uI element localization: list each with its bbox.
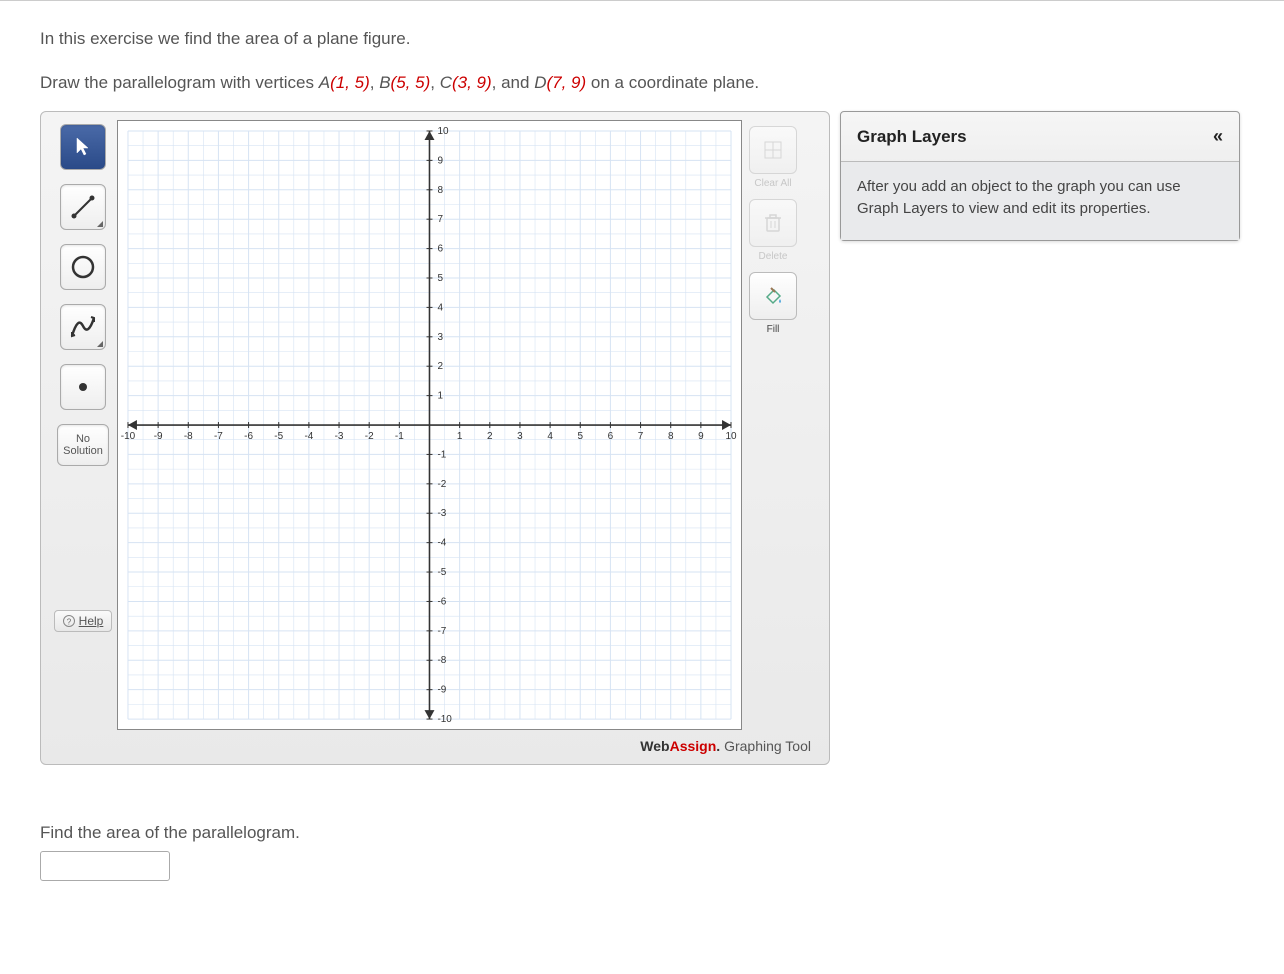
help-label: Help bbox=[79, 614, 104, 628]
dropdown-corner-icon bbox=[97, 341, 103, 347]
point-label-a: A bbox=[319, 73, 330, 92]
graph-layers-hint: After you add an object to the graph you… bbox=[841, 162, 1239, 240]
coordinate-grid: -10 -9 -8 -7 -6 -5 -4 -3 -2 -1 1 2 3 4 5 6 7 8 9 10 -10 -9 -8 -… bbox=[118, 121, 741, 729]
svg-text:1: 1 bbox=[437, 391, 443, 402]
svg-text:-10: -10 bbox=[121, 431, 136, 442]
svg-text:-10: -10 bbox=[437, 714, 452, 725]
point-label-d: D bbox=[534, 73, 546, 92]
svg-text:-8: -8 bbox=[437, 655, 446, 666]
drawing-toolbar: No Solution ? Help bbox=[49, 120, 117, 730]
no-solution-label-2: Solution bbox=[63, 445, 103, 457]
svg-text:6: 6 bbox=[437, 244, 443, 255]
graph-layers-title: Graph Layers bbox=[857, 127, 967, 147]
cursor-icon bbox=[75, 137, 91, 157]
svg-text:9: 9 bbox=[698, 431, 704, 442]
paint-bucket-icon bbox=[762, 285, 784, 307]
no-solution-label-1: No bbox=[76, 433, 90, 445]
delete-label: Delete bbox=[759, 251, 788, 262]
area-answer-input[interactable] bbox=[40, 851, 170, 881]
brand-suffix: Graphing Tool bbox=[720, 738, 811, 754]
grid-clear-icon bbox=[763, 140, 783, 160]
dropdown-corner-icon bbox=[97, 221, 103, 227]
trash-icon bbox=[764, 213, 782, 233]
svg-text:7: 7 bbox=[638, 431, 644, 442]
select-tool-button[interactable] bbox=[60, 124, 106, 170]
svg-text:9: 9 bbox=[437, 155, 443, 166]
svg-text:-7: -7 bbox=[214, 431, 223, 442]
svg-text:-1: -1 bbox=[437, 449, 446, 460]
svg-text:7: 7 bbox=[437, 214, 443, 225]
object-toolbar: Clear All Delete Fill bbox=[742, 120, 804, 730]
svg-text:6: 6 bbox=[608, 431, 614, 442]
svg-text:-6: -6 bbox=[244, 431, 253, 442]
svg-text:-2: -2 bbox=[365, 431, 374, 442]
svg-text:4: 4 bbox=[437, 302, 443, 313]
prompt-suffix: on a coordinate plane. bbox=[591, 73, 759, 92]
circle-icon bbox=[70, 254, 96, 280]
svg-text:10: 10 bbox=[725, 431, 737, 442]
brand-footer: WebAssign. Graphing Tool bbox=[49, 730, 821, 756]
svg-text:-9: -9 bbox=[437, 685, 446, 696]
svg-text:-1: -1 bbox=[395, 431, 404, 442]
point-coords-c: (3, 9) bbox=[452, 73, 492, 92]
point-label-b: B bbox=[379, 73, 390, 92]
help-icon: ? bbox=[63, 615, 75, 627]
circle-tool-button[interactable] bbox=[60, 244, 106, 290]
intro-text: In this exercise we find the area of a p… bbox=[40, 29, 1244, 49]
graph-layers-panel: Graph Layers « After you add an object t… bbox=[840, 111, 1240, 241]
point-icon bbox=[76, 380, 90, 394]
svg-text:3: 3 bbox=[517, 431, 523, 442]
brand-web: Web bbox=[640, 738, 669, 754]
line-tool-button[interactable] bbox=[60, 184, 106, 230]
svg-text:-5: -5 bbox=[437, 567, 446, 578]
graphing-tool: No Solution ? Help -10-9-8-7-6-5-4-3-2-1… bbox=[40, 111, 830, 765]
svg-text:2: 2 bbox=[487, 431, 493, 442]
curve-tool-button[interactable] bbox=[60, 304, 106, 350]
curve-icon bbox=[69, 314, 97, 340]
svg-text:8: 8 bbox=[437, 185, 443, 196]
prompt-prefix: Draw the parallelogram with vertices bbox=[40, 73, 319, 92]
line-icon bbox=[70, 194, 96, 220]
collapse-panel-button[interactable]: « bbox=[1213, 126, 1223, 147]
fill-label: Fill bbox=[767, 324, 780, 335]
point-coords-b: (5, 5) bbox=[391, 73, 431, 92]
svg-text:3: 3 bbox=[437, 332, 443, 343]
point-coords-a: (1, 5) bbox=[330, 73, 370, 92]
help-button[interactable]: ? Help bbox=[54, 610, 113, 632]
brand-assign: Assign bbox=[670, 738, 717, 754]
point-tool-button[interactable] bbox=[60, 364, 106, 410]
svg-text:-2: -2 bbox=[437, 479, 446, 490]
svg-text:-4: -4 bbox=[304, 431, 313, 442]
clear-all-label: Clear All bbox=[754, 178, 791, 189]
svg-text:1: 1 bbox=[457, 431, 463, 442]
svg-text:2: 2 bbox=[437, 361, 443, 372]
point-label-c: C bbox=[440, 73, 452, 92]
clear-all-button[interactable] bbox=[749, 126, 797, 174]
prompt-text: Draw the parallelogram with vertices A(1… bbox=[40, 73, 1244, 93]
svg-text:4: 4 bbox=[547, 431, 553, 442]
svg-text:5: 5 bbox=[437, 273, 443, 284]
svg-text:-5: -5 bbox=[274, 431, 283, 442]
graph-canvas[interactable]: -10 -9 -8 -7 -6 -5 -4 -3 -2 -1 1 2 3 4 5 6 7 8 9 10 -10 -9 -8 -… bbox=[117, 120, 742, 730]
svg-text:-8: -8 bbox=[184, 431, 193, 442]
svg-text:-7: -7 bbox=[437, 626, 446, 637]
svg-text:10: 10 bbox=[437, 126, 449, 137]
point-coords-d: (7, 9) bbox=[546, 73, 586, 92]
svg-text:8: 8 bbox=[668, 431, 674, 442]
fill-button[interactable] bbox=[749, 272, 797, 320]
area-question: Find the area of the parallelogram. bbox=[40, 823, 1244, 843]
no-solution-button[interactable]: No Solution bbox=[57, 424, 109, 466]
svg-text:-9: -9 bbox=[154, 431, 163, 442]
svg-text:-4: -4 bbox=[437, 538, 446, 549]
svg-text:?: ? bbox=[66, 618, 71, 627]
svg-text:-3: -3 bbox=[437, 508, 446, 519]
svg-text:-3: -3 bbox=[335, 431, 344, 442]
svg-text:5: 5 bbox=[577, 431, 583, 442]
delete-button[interactable] bbox=[749, 199, 797, 247]
svg-text:-6: -6 bbox=[437, 596, 446, 607]
